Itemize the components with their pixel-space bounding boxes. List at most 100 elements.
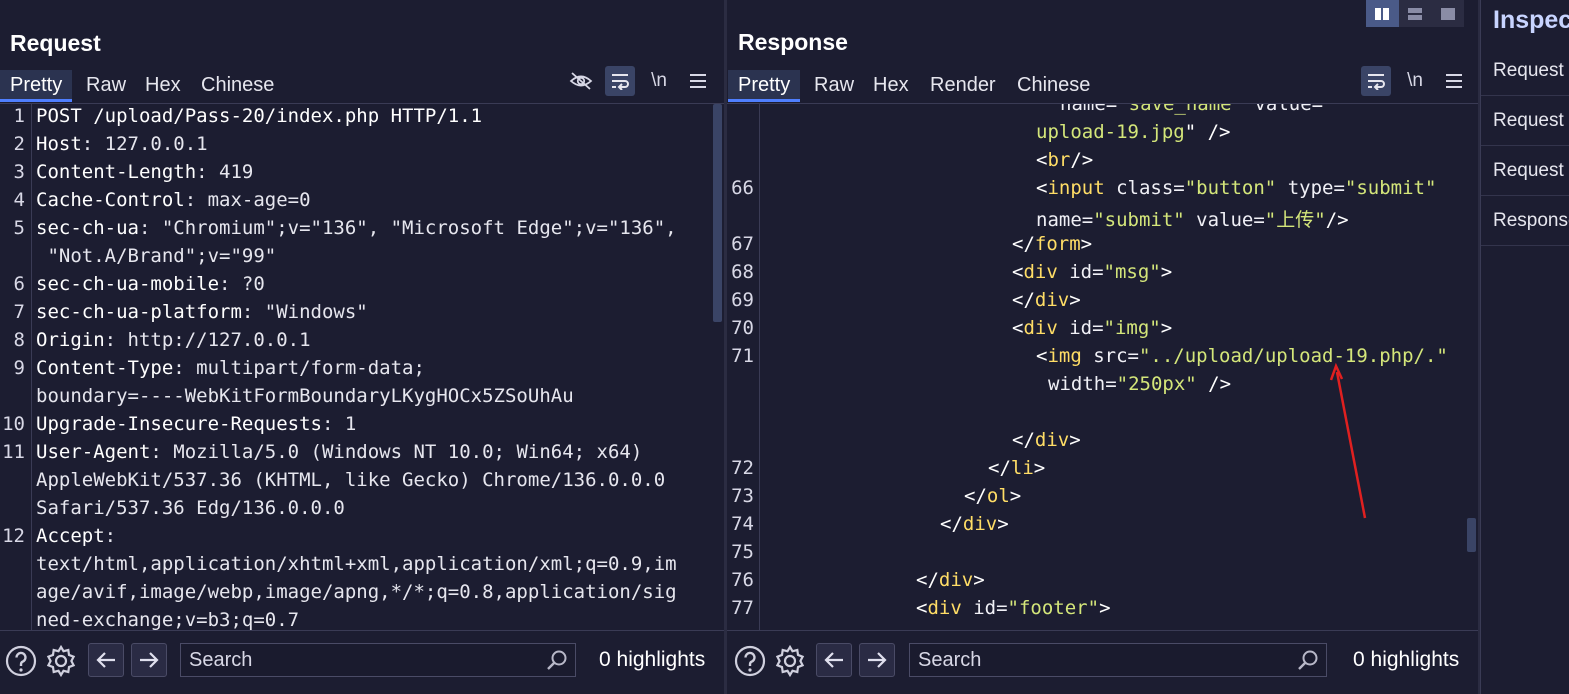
request-scrollbar[interactable] (713, 104, 722, 322)
header-value: : 127.0.0.1 (81, 133, 208, 155)
header-value: : multipart/form-data; (173, 357, 425, 379)
response-tab-raw[interactable]: Raw (804, 70, 864, 102)
newline-toggle[interactable]: \n (1400, 66, 1430, 96)
response-tab-render[interactable]: Render (920, 70, 1006, 102)
header-name: Origin (36, 329, 105, 351)
code-token: div (938, 569, 974, 591)
request-line: age/avif,image/webp,image/apng,*/*;q=0.8… (36, 581, 677, 603)
line-number: 5 (13, 217, 25, 239)
code-token: /> (1070, 149, 1094, 171)
code-token: > (1033, 457, 1046, 479)
header-value: "Not.A/Brand";v="99" (36, 245, 277, 267)
menu-icon[interactable] (683, 66, 713, 96)
line-number: 71 (731, 345, 754, 367)
search-icon (545, 648, 569, 682)
request-tab-pretty[interactable]: Pretty (0, 70, 73, 102)
side-by-side-layout-icon[interactable] (1366, 0, 1399, 27)
settings-gear-icon[interactable] (44, 644, 78, 678)
single-layout-icon[interactable] (1431, 0, 1464, 27)
header-value: text/html,application/xhtml+xml,applicat… (36, 553, 677, 575)
response-line: <br/> (1036, 149, 1093, 171)
inspector-item-request-query-parameters[interactable]: Request query parameters (1481, 96, 1569, 146)
inspector-item-request-body-parameters[interactable]: Request body parameters (1481, 146, 1569, 196)
line-number: 68 (731, 261, 754, 283)
code-token: "footer" (1007, 597, 1100, 619)
response-line: <div id="msg"> (1012, 261, 1172, 283)
code-token: div (1023, 261, 1058, 283)
code-token: > (1160, 317, 1173, 339)
code-token: div (1023, 317, 1058, 339)
code-token: "img" (1103, 317, 1161, 339)
code-token: > (973, 569, 985, 591)
help-icon[interactable] (4, 644, 38, 678)
request-line: sec-ch-ua-platform: "Windows" (36, 301, 368, 323)
code-token: </ (940, 513, 963, 535)
response-pane: Response Pretty Raw Hex Render Chinese \… (727, 0, 1478, 694)
menu-icon[interactable] (1439, 66, 1469, 96)
line-number: 76 (731, 569, 754, 591)
response-scrollbar[interactable] (1467, 518, 1476, 552)
request-search-input[interactable] (189, 649, 529, 672)
code-token: img (1047, 345, 1082, 367)
next-arrow-button[interactable] (859, 643, 895, 677)
code-token: li (1010, 457, 1034, 479)
code-token: form (1034, 233, 1081, 255)
response-tab-hex[interactable]: Hex (863, 70, 919, 102)
header-value: Safari/537.36 Edg/136.0.0.0 (36, 497, 345, 519)
line-number: 12 (2, 525, 25, 547)
code-token: < (1036, 177, 1048, 199)
response-search-input[interactable] (918, 649, 1258, 672)
wrap-lines-icon[interactable] (1361, 66, 1391, 96)
header-value: boundary=----WebKitFormBoundaryLKygHOCx5… (36, 385, 574, 407)
line-number: 72 (731, 457, 754, 479)
code-token: /> (1325, 209, 1349, 231)
code-token: ol (986, 485, 1010, 507)
response-line: upload-19.jpg" /> (1036, 121, 1230, 143)
code-token: "button" (1184, 177, 1277, 199)
response-title: Response (738, 29, 848, 55)
request-line: Origin: http://127.0.0.1 (36, 329, 311, 351)
stacked-layout-icon[interactable] (1399, 0, 1432, 27)
response-tab-pretty[interactable]: Pretty (728, 70, 801, 102)
request-line: ned-exchange;v=b3;q=0.7 (36, 609, 299, 630)
newline-toggle[interactable]: \n (644, 66, 674, 96)
code-token: id= (1057, 317, 1104, 339)
code-token: name= (1060, 104, 1118, 115)
request-editor[interactable]: 1 2 3 4 5 6 7 8 9 10 11 12 POST /upload/Pass-20/ind… (0, 104, 724, 630)
header-value: : "Chromium";v="136", "Microsoft Edge";v… (138, 217, 677, 239)
request-line: sec-ch-ua-mobile: ?0 (36, 273, 265, 295)
code-token: < (1036, 345, 1048, 367)
wrap-lines-icon[interactable] (605, 66, 635, 96)
request-tab-raw[interactable]: Raw (76, 70, 136, 102)
response-line: name="save_name" value= (1060, 104, 1323, 115)
previous-arrow-button[interactable] (88, 643, 124, 677)
code-token: div (1034, 429, 1070, 451)
header-value: : (104, 525, 117, 547)
hide-eye-icon[interactable] (566, 66, 596, 96)
inspector-item-response-headers[interactable]: Response headers (1481, 196, 1569, 246)
request-search-box[interactable] (180, 643, 576, 677)
response-line: <div id="img"> (1012, 317, 1172, 339)
response-search-box[interactable] (909, 643, 1327, 677)
previous-arrow-button[interactable] (816, 643, 852, 677)
help-icon[interactable] (733, 644, 767, 678)
next-arrow-button[interactable] (131, 643, 167, 677)
settings-gear-icon[interactable] (773, 644, 807, 678)
inspector-item-request-attributes[interactable]: Request attributes (1481, 46, 1569, 96)
header-name: sec-ch-ua-mobile (36, 273, 220, 295)
layout-switch (1366, 0, 1464, 27)
response-tab-chinese[interactable]: Chinese (1007, 70, 1100, 102)
request-line: Host: 127.0.0.1 (36, 133, 208, 155)
code-token: src= (1081, 345, 1139, 367)
response-line: </li> (988, 457, 1045, 479)
response-line: </ol> (964, 485, 1021, 507)
code-token: </ (1012, 429, 1035, 451)
request-tab-chinese[interactable]: Chinese (191, 70, 284, 102)
request-line: User-Agent: Mozilla/5.0 (Windows NT 10.0… (36, 441, 642, 463)
response-gutter: 66 67 68 69 70 71 72 73 74 75 76 77 (727, 104, 760, 630)
request-tab-hex[interactable]: Hex (135, 70, 191, 102)
request-line: Content-Length: 419 (36, 161, 253, 183)
code-token: > (1069, 429, 1081, 451)
header-name: Content-Type (36, 357, 174, 379)
inspector-panel: Inspector Request attributes Request que… (1480, 0, 1569, 694)
